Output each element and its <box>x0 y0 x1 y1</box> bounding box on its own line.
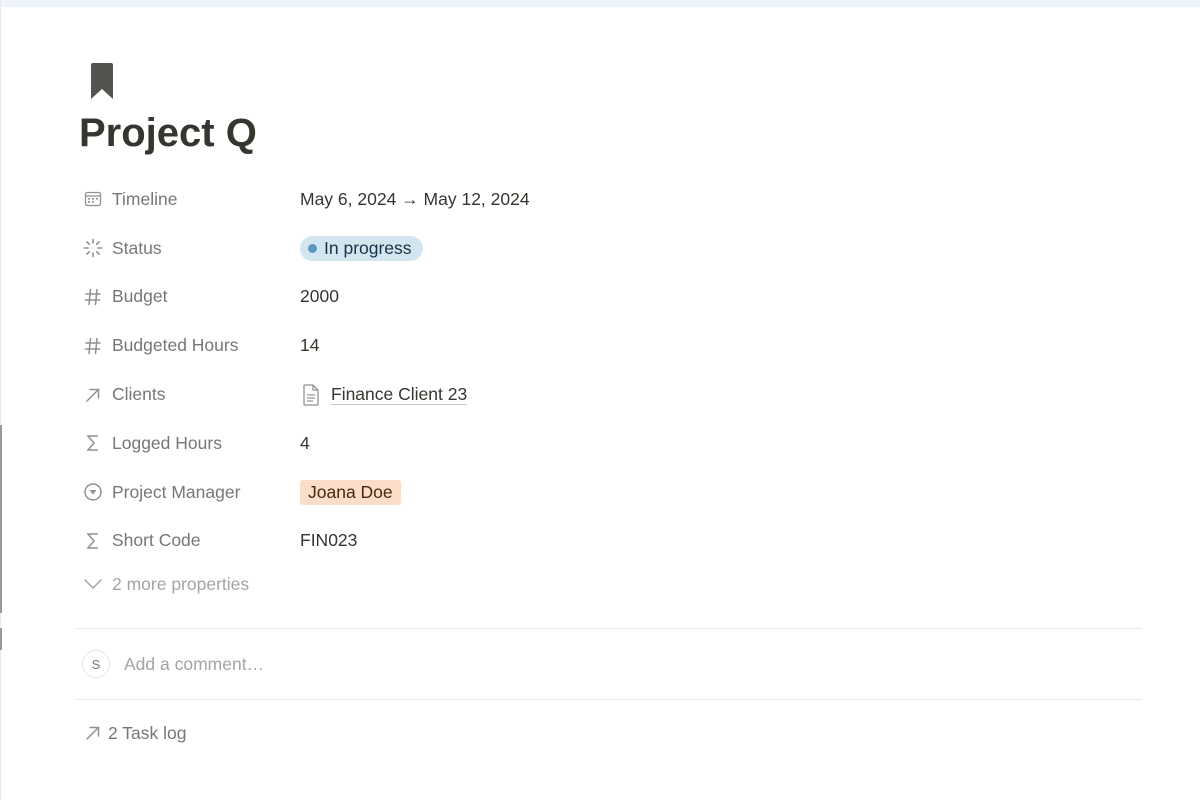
project-manager-tag[interactable]: Joana Doe <box>300 479 401 505</box>
hash-icon <box>82 335 104 357</box>
property-budgeted-hours: Budgeted Hours 14 <box>76 321 1142 370</box>
property-label-text: Project Manager <box>112 481 241 502</box>
chevron-down-icon <box>82 573 104 595</box>
property-label-text: Status <box>112 237 162 258</box>
property-label-short-code[interactable]: Short Code <box>76 524 300 558</box>
left-edge-divider <box>0 0 1 800</box>
property-label-timeline[interactable]: Timeline <box>76 182 300 216</box>
status-badge[interactable]: In progress <box>300 235 423 261</box>
logged-hours-value[interactable]: 4 <box>300 433 310 454</box>
more-properties-label: 2 more properties <box>112 573 250 594</box>
property-logged-hours: Logged Hours 4 <box>76 419 1142 468</box>
project-manager-value: Joana Doe <box>300 479 401 505</box>
select-circle-icon <box>82 481 104 503</box>
divider <box>76 628 1142 629</box>
status-dot <box>308 243 317 253</box>
property-label-project-manager[interactable]: Project Manager <box>76 475 300 509</box>
hash-icon <box>82 286 104 308</box>
status-badge-label: In progress <box>324 237 412 258</box>
status-spinner-icon <box>82 237 104 259</box>
property-budget: Budget 2000 <box>76 273 1142 322</box>
relation-arrow-icon <box>82 384 104 406</box>
timeline-value[interactable]: May 6, 2024 → May 12, 2024 <box>300 189 530 210</box>
clients-value: Finance Client 23 <box>300 383 468 406</box>
client-link-text: Finance Client 23 <box>331 384 468 406</box>
backlinks-label: 2 Task log <box>108 722 187 743</box>
property-short-code: Short Code FIN023 <box>76 517 1142 566</box>
property-label-text: Logged Hours <box>112 432 222 453</box>
document-icon <box>300 383 322 406</box>
property-clients: Clients Finance Client 23 <box>76 370 1142 419</box>
properties-list: Timeline May 6, 2024 → May 12, 2024 Stat… <box>76 175 1142 601</box>
bookmark-icon[interactable] <box>88 62 116 102</box>
property-label-budgeted-hours[interactable]: Budgeted Hours <box>76 329 300 363</box>
status-value[interactable]: In progress <box>300 235 423 261</box>
page-title[interactable]: Project Q <box>79 108 257 158</box>
sigma-icon <box>82 530 104 552</box>
property-label-clients[interactable]: Clients <box>76 378 300 412</box>
divider <box>76 699 1142 700</box>
left-scroll-indicator <box>0 425 2 613</box>
backlinks-button[interactable]: 2 Task log <box>76 716 186 750</box>
calendar-icon <box>82 188 104 210</box>
avatar: S <box>82 650 110 678</box>
budget-value[interactable]: 2000 <box>300 286 339 307</box>
property-label-logged-hours[interactable]: Logged Hours <box>76 426 300 460</box>
property-timeline: Timeline May 6, 2024 → May 12, 2024 <box>76 175 1142 224</box>
property-project-manager: Project Manager Joana Doe <box>76 468 1142 517</box>
top-bar <box>0 0 1200 7</box>
arrow-up-right-icon <box>82 722 104 744</box>
client-link[interactable]: Finance Client 23 <box>300 383 468 406</box>
comment-input[interactable] <box>122 652 726 676</box>
property-label-status[interactable]: Status <box>76 231 300 265</box>
budgeted-hours-value[interactable]: 14 <box>300 335 319 356</box>
property-label-text: Budget <box>112 286 168 307</box>
property-label-text: Budgeted Hours <box>112 335 239 356</box>
comment-box: S <box>76 646 726 682</box>
property-label-budget[interactable]: Budget <box>76 280 300 314</box>
more-properties-toggle[interactable]: 2 more properties <box>76 567 1142 601</box>
left-scroll-indicator-small <box>0 628 2 650</box>
property-label-text: Short Code <box>112 530 201 551</box>
sigma-icon <box>82 432 104 454</box>
property-label-text: Timeline <box>112 188 178 209</box>
property-label-text: Clients <box>112 384 166 405</box>
property-status: Status In progress <box>76 224 1142 273</box>
short-code-value[interactable]: FIN023 <box>300 530 357 551</box>
